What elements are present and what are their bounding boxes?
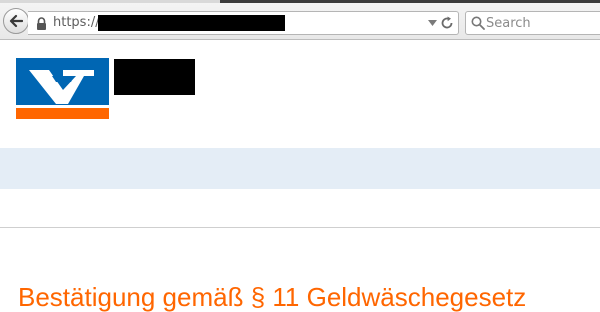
reload-icon[interactable] [440, 16, 454, 30]
url-scheme: https:// [53, 15, 100, 30]
lock-icon [37, 17, 46, 30]
search-input[interactable] [486, 13, 596, 33]
volksbank-logo[interactable] [16, 58, 109, 119]
address-bar[interactable]: https:// [28, 11, 459, 35]
page-title: Bestätigung gemäß § 11 Geldwäschegesetz [18, 282, 527, 312]
browser-toolbar: https:// [0, 3, 600, 40]
search-bar[interactable] [465, 11, 600, 35]
back-button[interactable] [3, 8, 29, 34]
content-divider [0, 227, 600, 228]
bank-name-redacted [114, 59, 195, 95]
back-arrow-icon [9, 14, 23, 28]
url-redacted [98, 15, 285, 31]
magnifier-icon [471, 16, 485, 30]
site-navigation-bar [0, 148, 600, 189]
dropdown-arrow-icon[interactable] [428, 20, 437, 26]
